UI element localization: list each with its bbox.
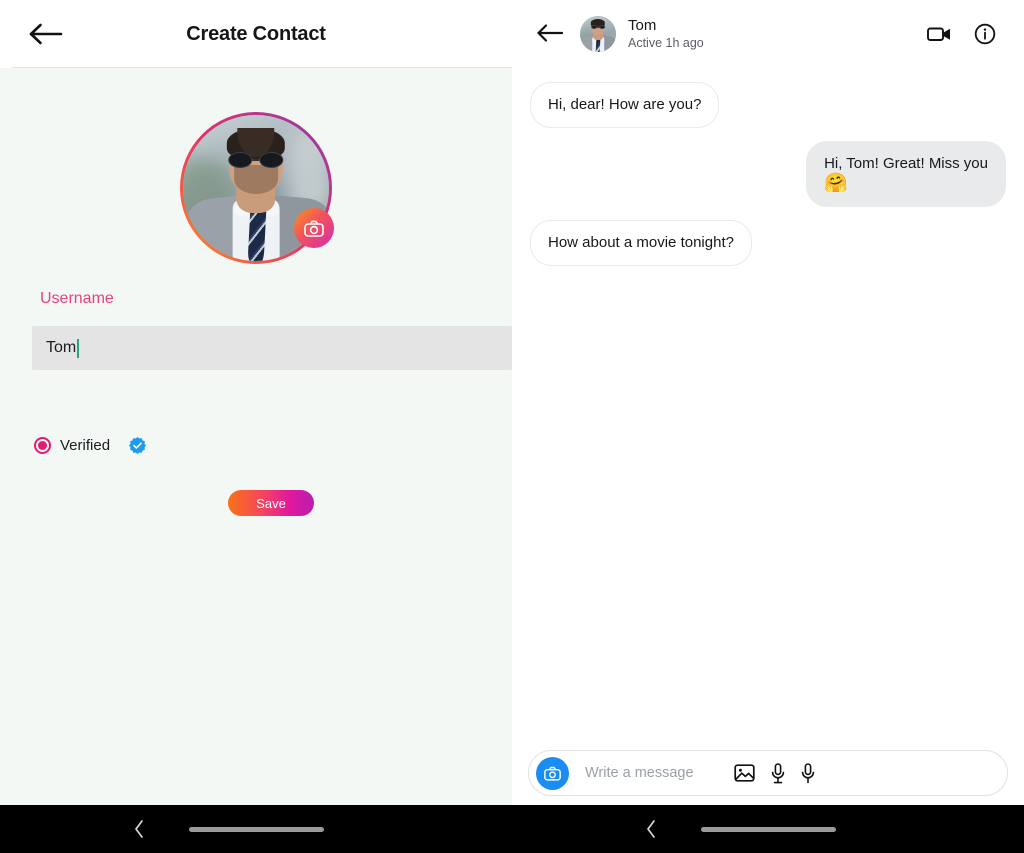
- android-navigation-bar-right: [512, 805, 1024, 853]
- message-list: Hi, dear! How are you? Hi, Tom! Great! M…: [512, 68, 1024, 853]
- message-text: Hi, Tom! Great! Miss you: [824, 154, 988, 172]
- contact-avatar[interactable]: [580, 16, 616, 52]
- microphone-icon[interactable]: [771, 762, 785, 784]
- avatar[interactable]: [180, 112, 334, 264]
- camera-icon[interactable]: [294, 208, 334, 248]
- chat-header-actions: [927, 23, 996, 45]
- verified-option-row[interactable]: Verified: [34, 436, 147, 455]
- create-contact-body: Username Tom Verified Save: [0, 68, 512, 853]
- contact-name: Tom: [628, 16, 657, 34]
- username-input[interactable]: Tom: [32, 326, 512, 370]
- home-pill-indicator[interactable]: [188, 826, 324, 832]
- contact-status: Active 1h ago: [628, 35, 704, 50]
- chat-header: Tom Active 1h ago: [512, 0, 1024, 68]
- message-row: Hi, dear! How are you?: [530, 82, 1006, 128]
- username-input-value: Tom: [46, 339, 77, 356]
- message-row: Hi, Tom! Great! Miss you 🤗: [530, 140, 1006, 208]
- camera-icon[interactable]: [536, 756, 569, 790]
- android-navigation-bar-left: [0, 805, 512, 853]
- chat-screen: Tom Active 1h ago Hi, dear! How are you?…: [512, 0, 1024, 853]
- composer-actions: [734, 762, 815, 784]
- home-pill-indicator[interactable]: [700, 826, 836, 832]
- page-title: Create Contact: [186, 22, 326, 45]
- message-row: How about a movie tonight?: [530, 220, 1006, 267]
- verified-radio-button[interactable]: [34, 437, 51, 454]
- radio-dot-icon: [38, 441, 47, 450]
- create-contact-screen: Create Contact Username Tom Verified Sav…: [0, 0, 512, 853]
- create-contact-header: Create Contact: [0, 0, 512, 68]
- video-camera-icon[interactable]: [927, 25, 952, 43]
- verified-check-badge-icon: [128, 436, 147, 455]
- arrow-left-icon[interactable]: [28, 19, 66, 49]
- username-label: Username: [40, 290, 114, 307]
- arrow-left-icon[interactable]: [536, 21, 566, 47]
- microphone-icon[interactable]: [801, 762, 815, 784]
- contact-identity[interactable]: Tom Active 1h ago: [628, 17, 927, 51]
- image-icon[interactable]: [734, 763, 755, 783]
- hugging-face-emoji: 🤗: [824, 172, 848, 194]
- save-button[interactable]: Save: [228, 490, 314, 516]
- message-input[interactable]: Write a message: [585, 765, 734, 781]
- message-composer: Write a message: [528, 750, 1008, 796]
- verified-label: Verified: [60, 437, 111, 454]
- chevron-left-icon[interactable]: [645, 819, 657, 839]
- message-bubble-outgoing[interactable]: Hi, Tom! Great! Miss you 🤗: [806, 140, 1006, 208]
- dual-screen-container: Create Contact Username Tom Verified Sav…: [0, 0, 1024, 853]
- chevron-left-icon[interactable]: [133, 819, 145, 839]
- message-bubble-incoming[interactable]: Hi, dear! How are you?: [530, 82, 720, 128]
- info-circle-icon[interactable]: [974, 23, 996, 45]
- text-cursor: [77, 338, 80, 358]
- message-bubble-incoming[interactable]: How about a movie tonight?: [530, 220, 752, 267]
